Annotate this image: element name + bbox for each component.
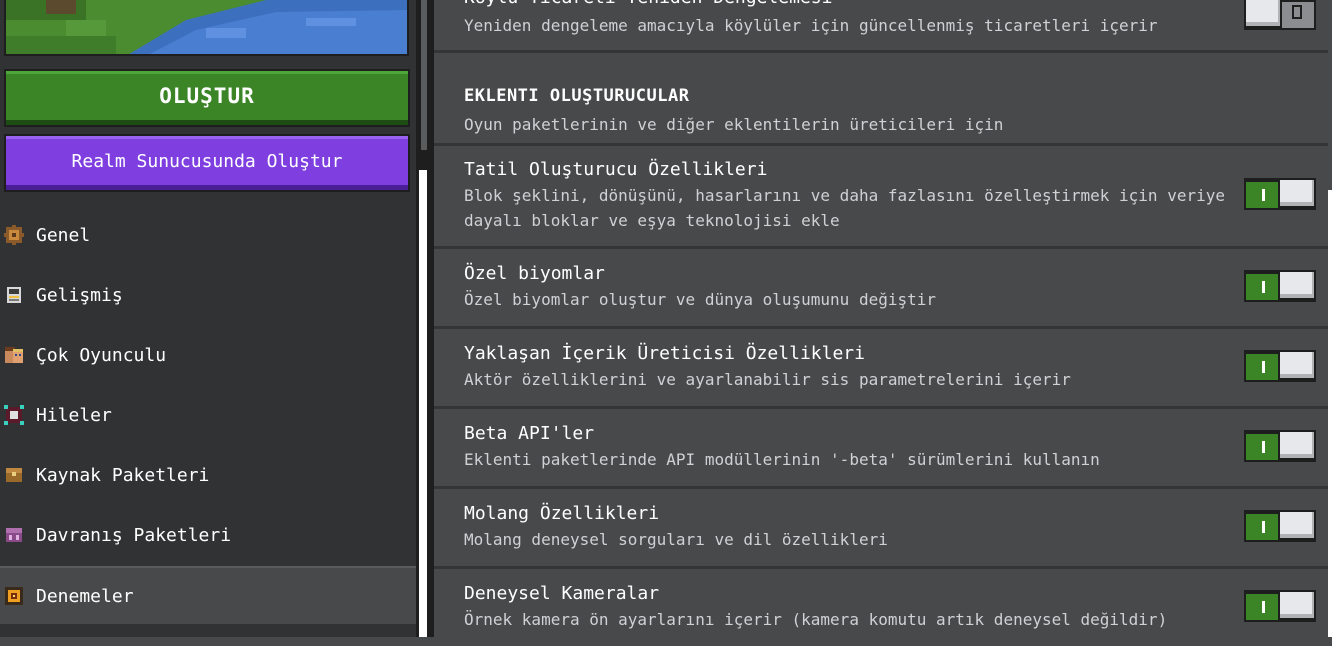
world-preview-image [4,0,409,56]
row-description: Eklenti paketlerinde API modüllerinin '-… [464,450,1100,469]
sidebar-item-cheats[interactable]: Hileler [0,386,416,444]
experiment-row: Tatil Oluşturucu Özellikleri Blok şeklin… [434,146,1328,249]
experiment-row: Beta API'ler Eklenti paketlerinde API mo… [434,409,1328,489]
experiment-row: Özel biyomlar Özel biyomlar oluştur ve d… [434,249,1328,329]
cheats-icon [4,405,24,425]
sidebar-item-experiments[interactable]: Denemeler [0,566,416,624]
row-description: Blok şeklini, dönüşünü, hasarlarını ve d… [464,186,1225,205]
experiments-panel: Köylü Ticareti Yeniden Dengelemesi Yenid… [434,0,1332,646]
sidebar-item-resource-packs[interactable]: Kaynak Paketleri [0,446,416,504]
experiments-icon [4,586,24,606]
custom-biomes-toggle[interactable] [1244,270,1316,302]
row-title: Beta API'ler [464,423,595,444]
sidebar-item-label: Genel [36,224,91,246]
content-scrollbar-thumb[interactable] [419,170,427,637]
sidebar-item-general[interactable]: Genel [0,206,416,264]
row-title: Yaklaşan İçerik Üreticisi Özellikleri [464,343,865,364]
experiment-row: Deneysel Kameralar Örnek kamera ön ayarl… [434,569,1328,646]
sidebar-item-label: Hileler [36,404,112,426]
gear-icon [4,225,24,245]
row-description: Örnek kamera ön ayarlarını içerir (kamer… [464,610,1168,629]
row-description: Aktör özelliklerini ve ayarlanabilir sis… [464,370,1071,389]
row-description: Yeniden dengeleme amacıyla köylüler için… [464,16,1158,35]
multiplayer-icon [4,345,24,365]
sidebar-item-label: Denemeler [36,585,134,607]
sidebar-item-label: Kaynak Paketleri [36,464,210,486]
experiment-row: Yaklaşan İçerik Üreticisi Özellikleri Ak… [434,329,1328,409]
create-on-realm-button[interactable]: Realm Sunucusunda Oluştur [4,134,410,192]
sidebar-item-advanced[interactable]: Gelişmiş [0,266,416,324]
holiday-creator-features-toggle[interactable] [1244,178,1316,210]
behavior-pack-icon [4,525,24,545]
create-button[interactable]: OLUŞTUR [4,69,410,127]
row-title: Deneysel Kameralar [464,583,660,604]
sidebar-item-multiplayer[interactable]: Çok Oyunculu [0,326,416,384]
experimental-cameras-toggle[interactable] [1244,590,1316,622]
row-description-line2: dayalı bloklar ve eşya teknolojisi ekle [464,211,840,230]
upcoming-creator-features-toggle[interactable] [1244,350,1316,382]
sidebar-item-behavior-packs[interactable]: Davranış Paketleri [0,506,416,564]
section-title: EKLENTI OLUŞTURUCULAR [464,86,690,106]
row-title: Tatil Oluşturucu Özellikleri [464,159,768,180]
sidebar-item-label: Davranış Paketleri [36,524,232,546]
sidebar: OLUŞTUR Realm Sunucusunda Oluştur Genel … [0,0,416,637]
sidebar-scrollbar-thumb[interactable] [421,0,427,150]
advanced-icon [4,285,24,305]
section-header-addon-creators: EKLENTI OLUŞTURUCULAR Oyun paketlerinin … [434,53,1328,146]
row-title: Özel biyomlar [464,263,605,284]
beta-apis-toggle[interactable] [1244,430,1316,462]
content-scrollbar[interactable] [1328,190,1332,637]
row-title: Molang Özellikleri [464,503,660,524]
sidebar-item-label: Çok Oyunculu [36,344,167,366]
experiment-row: Molang Özellikleri Molang deneysel sorgu… [434,489,1328,569]
sidebar-item-label: Gelişmiş [36,284,123,306]
villager-trade-toggle[interactable] [1244,0,1316,30]
section-description: Oyun paketlerinin ve diğer eklentilerin … [464,115,1004,134]
experiment-row-villager-trade: Köylü Ticareti Yeniden Dengelemesi Yenid… [434,0,1328,53]
resource-pack-icon [4,465,24,485]
row-description: Molang deneysel sorguları ve dil özellik… [464,530,888,549]
row-description: Özel biyomlar oluştur ve dünya oluşumunu… [464,290,937,309]
molang-features-toggle[interactable] [1244,510,1316,542]
row-title: Köylü Ticareti Yeniden Dengelemesi [464,0,832,8]
